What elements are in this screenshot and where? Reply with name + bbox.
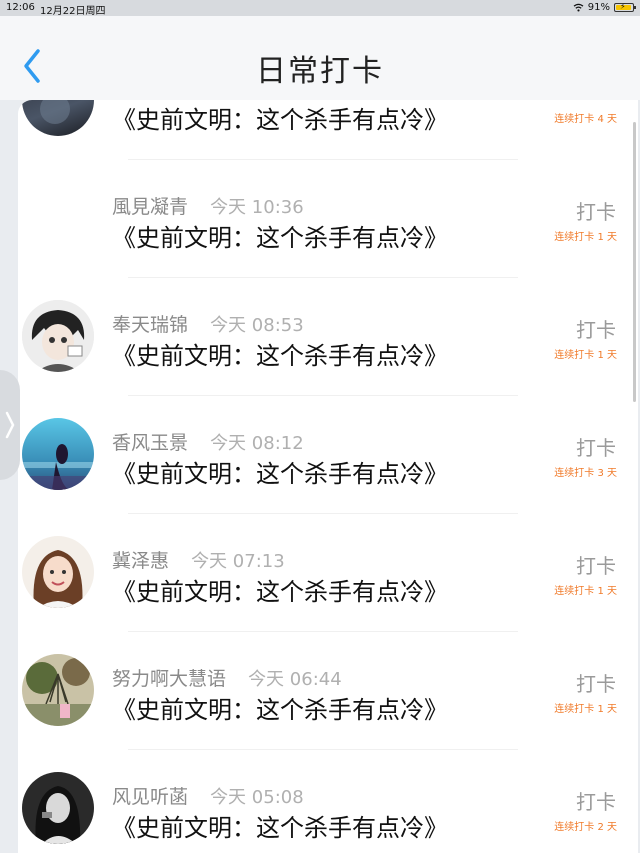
streak-label: 连续打卡 3 天 [554,468,617,479]
checkin-time: 今天 07:13 [191,551,285,572]
user-meta: 风见听菡 今天 05:08 [112,782,304,809]
chevron-right-icon [5,411,15,439]
list-item[interactable]: 風見凝青 今天 10:36 《史前文明：这个杀手有点冷》 打卡 连续打卡 1 天 [18,160,638,278]
side-drawer-handle[interactable] [0,370,20,480]
list-item[interactable]: 冀泽惠 今天 07:13 《史前文明：这个杀手有点冷》 打卡 连续打卡 1 天 [18,514,638,632]
checkin-time: 今天 06:44 [248,669,342,690]
list-item[interactable]: 奉天瑞锦 今天 08:53 《史前文明：这个杀手有点冷》 打卡 连续打卡 1 天 [18,278,638,396]
book-title: 《史前文明：这个杀手有点冷》 [112,696,448,724]
user-meta: 冀泽惠 今天 07:13 [112,546,285,573]
page-title: 日常打卡 [256,54,384,89]
checkin-list: 《史前文明：这个杀手有点冷》 连续打卡 4 天 風見凝青 今天 10:36 《史… [18,100,638,853]
user-meta: 努力啊大慧语 今天 06:44 [112,664,342,691]
book-title: 《史前文明：这个杀手有点冷》 [112,814,448,842]
user-name[interactable]: 風見凝青 [112,196,188,218]
avatar[interactable] [22,418,94,490]
battery-icon: ⚡ [614,2,636,12]
user-name[interactable]: 风见听菡 [112,786,188,808]
book-title: 《史前文明：这个杀手有点冷》 [112,224,448,252]
status-date: 12月22日周四 [40,6,106,17]
user-meta: 奉天瑞锦 今天 08:53 [112,310,304,337]
wifi-icon [573,3,584,12]
status-bar: 12:06 12月22日周四 91% ⚡ [0,0,640,17]
status-time: 12:06 [6,2,35,13]
streak-label: 连续打卡 4 天 [554,114,617,125]
user-name[interactable]: 香风玉景 [112,432,188,454]
book-title: 《史前文明：这个杀手有点冷》 [112,342,448,370]
checkin-time: 今天 10:36 [210,197,304,218]
user-meta: 風見凝青 今天 10:36 [112,192,304,219]
checkin-button[interactable]: 打卡 [576,196,616,225]
checkin-button[interactable]: 打卡 [576,550,616,579]
list-item[interactable]: 风见听菡 今天 05:08 《史前文明：这个杀手有点冷》 打卡 连续打卡 2 天 [18,750,638,853]
list-item[interactable]: 努力啊大慧语 今天 06:44 《史前文明：这个杀手有点冷》 打卡 连续打卡 1… [18,632,638,750]
user-name[interactable]: 努力啊大慧语 [112,668,226,690]
avatar[interactable] [22,772,94,844]
checkin-time: 今天 08:53 [210,315,304,336]
user-name[interactable]: 奉天瑞锦 [112,314,188,336]
streak-label: 连续打卡 1 天 [554,586,617,597]
checkin-button[interactable]: 打卡 [576,314,616,343]
checkin-button[interactable]: 打卡 [576,432,616,461]
avatar[interactable] [22,536,94,608]
book-title: 《史前文明：这个杀手有点冷》 [112,460,448,488]
status-right: 91% ⚡ [573,2,636,13]
checkin-button[interactable]: 打卡 [576,668,616,697]
list-item[interactable]: 香风玉景 今天 08:12 《史前文明：这个杀手有点冷》 打卡 连续打卡 3 天 [18,396,638,514]
book-title: 《史前文明：这个杀手有点冷》 [112,578,448,606]
avatar[interactable] [22,300,94,372]
user-name[interactable]: 冀泽惠 [112,550,169,572]
checkin-time: 今天 05:08 [210,787,304,808]
book-title: 《史前文明：这个杀手有点冷》 [112,106,448,134]
streak-label: 连续打卡 1 天 [554,350,617,361]
streak-label: 连续打卡 1 天 [554,232,617,243]
checkin-button[interactable]: 打卡 [576,786,616,815]
scrollbar[interactable] [633,122,636,402]
battery-percent: 91% [587,2,610,13]
streak-label: 连续打卡 2 天 [554,822,617,833]
streak-label: 连续打卡 1 天 [554,704,617,715]
navigation-bar: 日常打卡 [0,16,640,100]
list-item[interactable]: 《史前文明：这个杀手有点冷》 连续打卡 4 天 [18,100,638,160]
avatar[interactable] [22,654,94,726]
checkin-time: 今天 08:12 [210,433,304,454]
avatar[interactable] [22,100,94,136]
user-meta: 香风玉景 今天 08:12 [112,428,304,455]
